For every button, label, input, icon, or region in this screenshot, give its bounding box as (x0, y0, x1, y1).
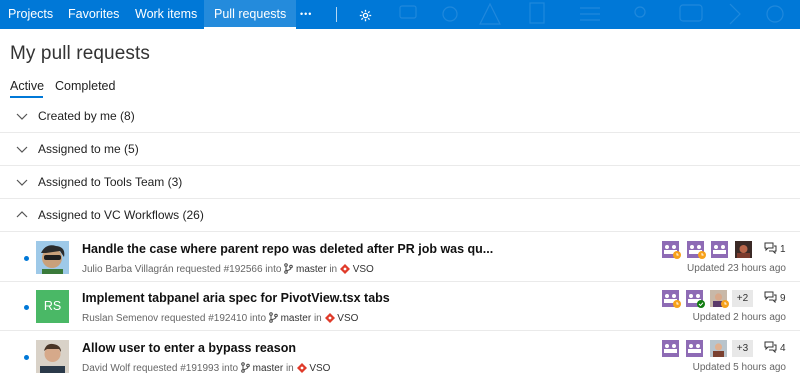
pr-in-text: in (285, 363, 294, 374)
author-avatar-initials: RS (36, 290, 69, 323)
comment-count-value: 4 (780, 343, 786, 354)
pr-in-text: in (313, 313, 322, 324)
comments-icon (764, 341, 777, 354)
waiting-clock-icon (673, 300, 681, 308)
group-created-by-me[interactable]: Created by me (8) (0, 100, 800, 133)
more-reviewers-badge[interactable]: +2 (732, 290, 753, 307)
comments-icon (764, 242, 777, 255)
pr-requested-text: requested #192566 into (176, 264, 282, 275)
nav-pull-requests-label: Pull requests (214, 7, 287, 21)
unread-dot (24, 256, 29, 261)
more-reviewers-badge[interactable]: +3 (732, 340, 753, 357)
group-assigned-to-tools-team[interactable]: Assigned to Tools Team (3) (0, 166, 800, 199)
pr-author: Ruslan Semenov (82, 313, 159, 324)
unread-dot (24, 355, 29, 360)
group-assigned-to-vc-workflows[interactable]: Assigned to VC Workflows (26) (0, 199, 800, 232)
pr-updated-time: Updated 5 hours ago (692, 362, 786, 373)
author-avatar (36, 340, 69, 373)
pr-in-text: in (329, 264, 338, 275)
pr-branch[interactable]: master (281, 313, 312, 324)
group-label: Assigned to VC Workflows (26) (38, 208, 204, 222)
pr-title[interactable]: Implement tabpanel aria spec for PivotVi… (82, 291, 390, 305)
pr-branch[interactable]: master (296, 264, 327, 275)
settings-button[interactable] (359, 1, 372, 29)
repo-icon (324, 313, 335, 323)
tab-active[interactable]: Active (10, 79, 44, 93)
pr-repo[interactable]: VSO (309, 363, 330, 374)
comments-icon (764, 291, 777, 304)
pr-branch[interactable]: master (253, 363, 284, 374)
pr-subtitle: Ruslan Semenov requested #192410 into ma… (82, 312, 358, 324)
nav-favorites[interactable]: Favorites (68, 0, 119, 29)
chevron-down-icon (16, 146, 28, 153)
group-label: Assigned to Tools Team (3) (38, 175, 183, 189)
repo-icon (296, 363, 307, 373)
nav-separator (336, 7, 337, 22)
gear-icon (359, 9, 372, 22)
comment-count[interactable]: 9 (764, 291, 786, 304)
page-title: My pull requests (10, 43, 150, 64)
reviewer-user-avatar[interactable] (735, 241, 752, 258)
reviewer-list (662, 241, 752, 259)
pr-updated-time: Updated 2 hours ago (692, 312, 786, 323)
approved-check-icon (697, 300, 705, 308)
comment-count-value: 9 (780, 293, 786, 304)
chevron-up-icon (16, 211, 28, 218)
unread-dot (24, 305, 29, 310)
comment-count[interactable]: 1 (764, 242, 786, 255)
nav-work-items[interactable]: Work items (135, 0, 197, 29)
pr-subtitle: David Wolf requested #191993 into master… (82, 362, 330, 374)
branch-icon (269, 312, 278, 323)
header-pattern-decoration (399, 2, 784, 25)
reviewer-group-avatar[interactable] (662, 340, 679, 357)
pr-requested-text: requested #192410 into (160, 313, 267, 324)
chevron-down-icon (16, 113, 28, 120)
group-assigned-to-me[interactable]: Assigned to me (5) (0, 133, 800, 166)
pr-repo[interactable]: VSO (353, 264, 374, 275)
branch-icon (284, 263, 294, 274)
pull-request-row[interactable]: Handle the case where parent repo was de… (0, 234, 800, 282)
branch-icon (241, 362, 250, 373)
nav-more-button[interactable]: ••• (300, 0, 312, 29)
tab-completed[interactable]: Completed (55, 79, 115, 93)
pr-updated-time: Updated 23 hours ago (687, 263, 786, 274)
group-label: Created by me (8) (38, 109, 135, 123)
comment-count-value: 1 (780, 244, 786, 255)
repo-icon (339, 264, 350, 274)
reviewer-user-avatar[interactable] (710, 340, 727, 357)
group-label: Assigned to me (5) (38, 142, 139, 156)
reviewer-group-avatar[interactable] (711, 241, 728, 258)
pr-requested-text: requested #191993 into (132, 363, 239, 374)
reviewer-list: +3 (662, 340, 758, 357)
nav-active-indicator (204, 27, 297, 29)
pr-author: David Wolf (82, 363, 131, 374)
waiting-clock-icon (673, 251, 681, 259)
pull-request-row[interactable]: RS Implement tabpanel aria spec for Pivo… (0, 283, 800, 331)
waiting-clock-icon (721, 300, 729, 308)
pr-title[interactable]: Handle the case where parent repo was de… (82, 242, 493, 256)
comment-count[interactable]: 4 (764, 341, 786, 354)
chevron-down-icon (16, 179, 28, 186)
reviewer-group-avatar[interactable] (686, 340, 703, 357)
pr-repo[interactable]: VSO (337, 313, 358, 324)
reviewer-list: +2 (662, 290, 758, 308)
author-avatar (36, 241, 69, 274)
nav-projects[interactable]: Projects (8, 0, 53, 29)
pull-request-row[interactable]: Allow user to enter a bypass reason Davi… (0, 333, 800, 381)
pr-author: Julio Barba Villagrán (82, 264, 174, 275)
tab-active-indicator (10, 96, 43, 98)
nav-pull-requests[interactable]: Pull requests (204, 0, 297, 29)
top-navigation-bar: Projects Favorites Work items Pull reque… (0, 0, 800, 29)
waiting-clock-icon (698, 251, 706, 259)
pr-subtitle: Julio Barba Villagrán requested #192566 … (82, 263, 374, 275)
pr-title[interactable]: Allow user to enter a bypass reason (82, 341, 296, 355)
